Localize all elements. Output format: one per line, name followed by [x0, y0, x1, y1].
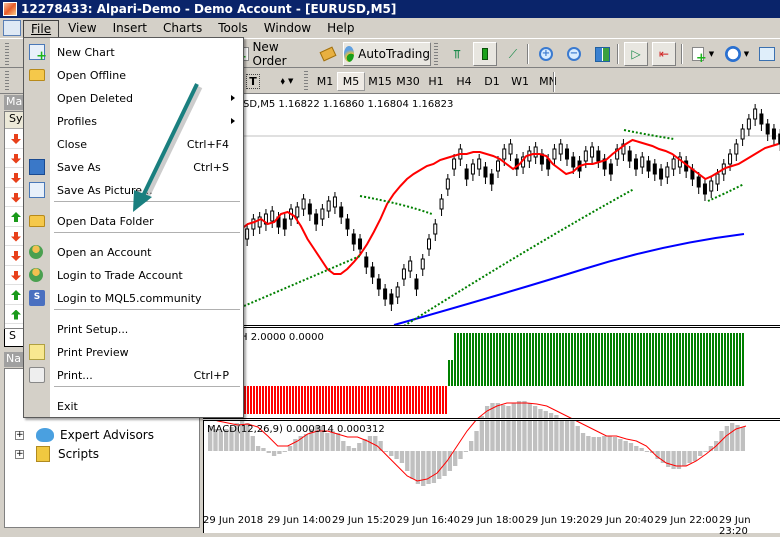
- arrow-shaft: [140, 83, 199, 199]
- annotation-arrow: [133, 83, 203, 212]
